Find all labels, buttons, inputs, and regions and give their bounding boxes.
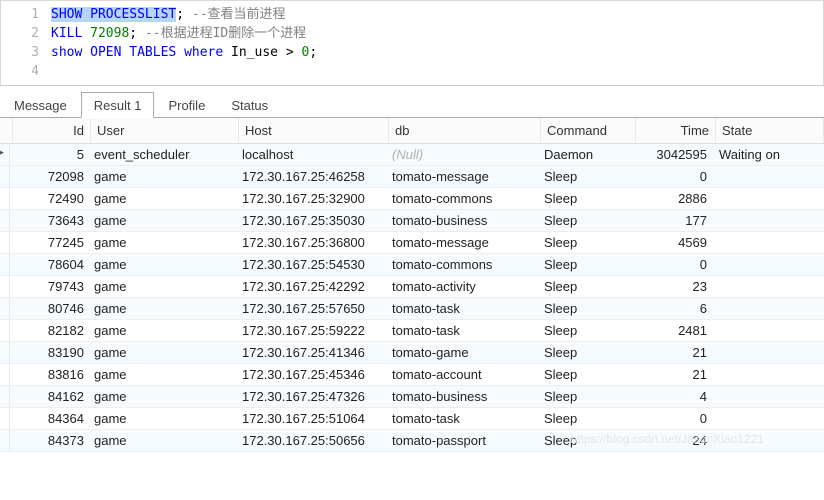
- col-user[interactable]: User: [91, 118, 239, 143]
- tab-profile[interactable]: Profile: [156, 93, 217, 117]
- table-row[interactable]: 72098game172.30.167.25:46258tomato-messa…: [0, 166, 824, 188]
- tab-message[interactable]: Message: [2, 93, 79, 117]
- col-host[interactable]: Host: [239, 118, 389, 143]
- table-row[interactable]: 83190game172.30.167.25:41346tomato-gameS…: [0, 342, 824, 364]
- table-row[interactable]: 84364game172.30.167.25:51064tomato-taskS…: [0, 408, 824, 430]
- table-row[interactable]: 84162game172.30.167.25:47326tomato-busin…: [0, 386, 824, 408]
- sql-editor[interactable]: 1234 SHOW PROCESSLIST; --查看当前进程KILL 7209…: [0, 0, 824, 86]
- table-row[interactable]: 79743game172.30.167.25:42292tomato-activ…: [0, 276, 824, 298]
- col-time[interactable]: Time: [636, 118, 716, 143]
- col-command[interactable]: Command: [541, 118, 636, 143]
- tab-status[interactable]: Status: [219, 93, 280, 117]
- row-marker-header: [0, 118, 13, 143]
- table-row[interactable]: 83816game172.30.167.25:45346tomato-accou…: [0, 364, 824, 386]
- result-tabs: MessageResult 1ProfileStatus: [0, 90, 824, 118]
- col-state[interactable]: State: [716, 118, 824, 143]
- tab-result-1[interactable]: Result 1: [81, 92, 155, 118]
- editor-gutter: 1234: [1, 1, 45, 85]
- table-row[interactable]: 82182game172.30.167.25:59222tomato-taskS…: [0, 320, 824, 342]
- col-db[interactable]: db: [389, 118, 541, 143]
- table-row[interactable]: 72490game172.30.167.25:32900tomato-commo…: [0, 188, 824, 210]
- col-id[interactable]: Id: [13, 118, 91, 143]
- table-row[interactable]: 78604game172.30.167.25:54530tomato-commo…: [0, 254, 824, 276]
- table-row[interactable]: 73643game172.30.167.25:35030tomato-busin…: [0, 210, 824, 232]
- grid-header: Id User Host db Command Time State: [0, 118, 824, 144]
- table-row[interactable]: 84373game172.30.167.25:50656tomato-passp…: [0, 430, 824, 452]
- table-row[interactable]: 77245game172.30.167.25:36800tomato-messa…: [0, 232, 824, 254]
- table-row[interactable]: 80746game172.30.167.25:57650tomato-taskS…: [0, 298, 824, 320]
- editor-code[interactable]: SHOW PROCESSLIST; --查看当前进程KILL 72098; --…: [51, 5, 823, 81]
- processlist-grid: Id User Host db Command Time State 5even…: [0, 118, 824, 452]
- table-row[interactable]: 5event_schedulerlocalhost(Null)Daemon304…: [0, 144, 824, 166]
